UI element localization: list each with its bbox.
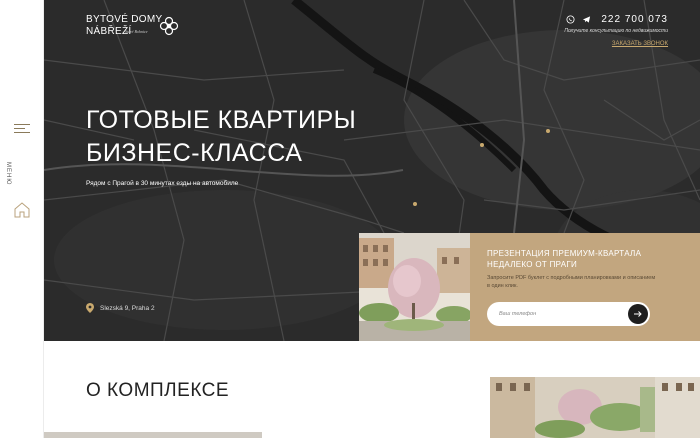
about-image-left <box>44 432 262 438</box>
hero-title: ГОТОВЫЕ КВАРТИРЫ БИЗНЕС-КЛАССА <box>86 104 356 170</box>
hero-subtitle: Рядом с Прагой в 30 минутах езды на авто… <box>86 180 239 187</box>
promo-card: ПРЕЗЕНТАЦИЯ ПРЕМИУМ-КВАРТАЛА НЕДАЛЕКО ОТ… <box>470 233 700 341</box>
consult-text: Получите консультацию по недвижимости <box>564 28 668 34</box>
map-marker-dot <box>413 202 417 206</box>
menu-button[interactable] <box>14 124 30 136</box>
promo-text: Запросите PDF буклет с подробными планир… <box>487 275 656 289</box>
logo-subtitle: Staré Bohnice <box>125 29 148 34</box>
whatsapp-icon[interactable] <box>566 15 575 24</box>
menu-label[interactable]: МЕНЮ <box>5 162 11 185</box>
arrow-right-icon <box>634 311 642 317</box>
page: МЕНЮ BYTOVÉ DOMY NÁBŘEŽÍ Staré Bohnice 2… <box>0 0 700 438</box>
burger-line <box>14 128 25 129</box>
address-text: Slezská 9, Praha 2 <box>100 304 155 312</box>
logo[interactable]: BYTOVÉ DOMY NÁBŘEŽÍ Staré Bohnice <box>86 14 179 37</box>
home-icon[interactable] <box>13 201 31 219</box>
phone-number[interactable]: 222 700 073 <box>601 14 668 25</box>
map-marker-dot <box>480 143 484 147</box>
location-pin-icon <box>86 303 94 313</box>
contacts-block: 222 700 073 Получите консультацию по нед… <box>564 14 668 47</box>
burger-line <box>14 132 30 133</box>
submit-button[interactable] <box>628 304 648 324</box>
left-rail: МЕНЮ <box>0 0 44 438</box>
about-title: О КОМПЛЕКСЕ <box>86 380 230 401</box>
promo-title: ПРЕЗЕНТАЦИЯ ПРЕМИУМ-КВАРТАЛА НЕДАЛЕКО ОТ… <box>487 249 642 269</box>
burger-line <box>14 124 30 125</box>
hero-title-line2: БИЗНЕС-КЛАССА <box>86 139 303 167</box>
promo-form <box>487 302 650 326</box>
flower-logo-icon <box>159 16 179 36</box>
address: Slezská 9, Praha 2 <box>86 303 155 313</box>
promo-courtyard-image <box>359 233 470 341</box>
order-call-link[interactable]: ЗАКАЗАТЬ ЗВОНОК <box>564 41 668 47</box>
phone-input[interactable] <box>499 308 619 320</box>
map-marker-dot <box>546 129 550 133</box>
logo-line1: BYTOVÉ DOMY <box>86 14 163 25</box>
telegram-icon[interactable] <box>582 15 591 24</box>
about-image-right <box>490 377 700 438</box>
hero-title-line1: ГОТОВЫЕ КВАРТИРЫ <box>86 106 357 134</box>
